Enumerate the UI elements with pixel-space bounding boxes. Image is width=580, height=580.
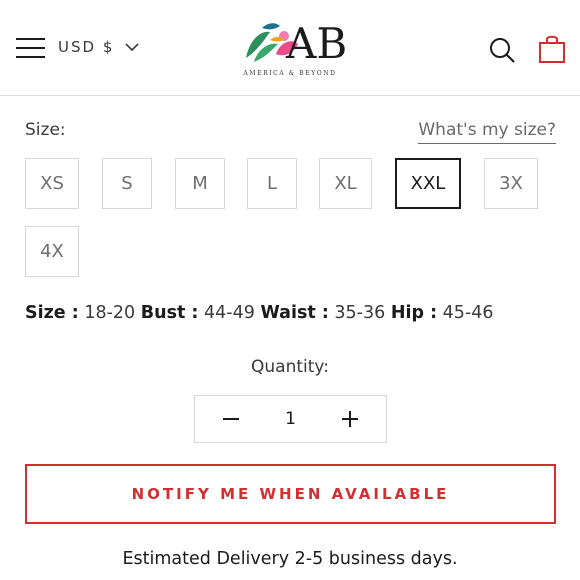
search-icon[interactable] bbox=[488, 36, 516, 64]
quantity-stepper: 1 bbox=[194, 395, 387, 443]
measure-size-key: Size : bbox=[25, 303, 79, 323]
size-measurements: Size : 18-20 Bust : 44-49 Waist : 35-36 … bbox=[25, 303, 494, 323]
size-option-4x[interactable]: 4X bbox=[25, 226, 79, 277]
size-option-l[interactable]: L bbox=[247, 158, 297, 209]
size-option-m[interactable]: M bbox=[175, 158, 225, 209]
measure-hip-key: Hip : bbox=[390, 303, 438, 323]
measure-size-value: 18-20 bbox=[84, 303, 136, 323]
size-option-xs[interactable]: XS bbox=[25, 158, 79, 209]
measure-bust-value: 44-49 bbox=[204, 303, 255, 323]
brand-logo[interactable]: AB AMERICA & BEYOND bbox=[240, 18, 347, 80]
currency-label: USD $ bbox=[58, 38, 115, 56]
currency-selector[interactable]: USD $ bbox=[58, 38, 140, 56]
size-guide-link[interactable]: What's my size? bbox=[418, 120, 556, 144]
site-header: USD $ AB AMERICA & BEYOND bbox=[0, 0, 580, 96]
shopping-bag-icon[interactable] bbox=[538, 34, 566, 64]
quantity-input[interactable]: 1 bbox=[271, 409, 311, 429]
logo-tagline: AMERICA & BEYOND bbox=[243, 70, 337, 77]
quantity-label: Quantity: bbox=[251, 357, 329, 377]
minus-icon[interactable] bbox=[221, 409, 241, 429]
size-option-3x[interactable]: 3X bbox=[484, 158, 538, 209]
chevron-down-icon bbox=[125, 43, 139, 52]
size-option-xxl[interactable]: XXL bbox=[395, 158, 461, 209]
measure-bust-key: Bust : bbox=[140, 303, 199, 323]
measure-waist-key: Waist : bbox=[260, 303, 329, 323]
size-label: Size: bbox=[25, 120, 66, 140]
delivery-estimate: Estimated Delivery 2-5 business days. bbox=[122, 549, 458, 569]
size-option-s[interactable]: S bbox=[102, 158, 152, 209]
measure-waist-value: 35-36 bbox=[334, 303, 386, 323]
hamburger-menu-icon[interactable] bbox=[16, 38, 46, 60]
size-option-xl[interactable]: XL bbox=[319, 158, 372, 209]
measure-hip-value: 45-46 bbox=[442, 303, 494, 323]
logo-monogram: AB bbox=[286, 19, 348, 68]
plus-icon[interactable] bbox=[340, 409, 360, 429]
notify-me-button[interactable]: NOTIFY ME WHEN AVAILABLE bbox=[25, 464, 556, 524]
